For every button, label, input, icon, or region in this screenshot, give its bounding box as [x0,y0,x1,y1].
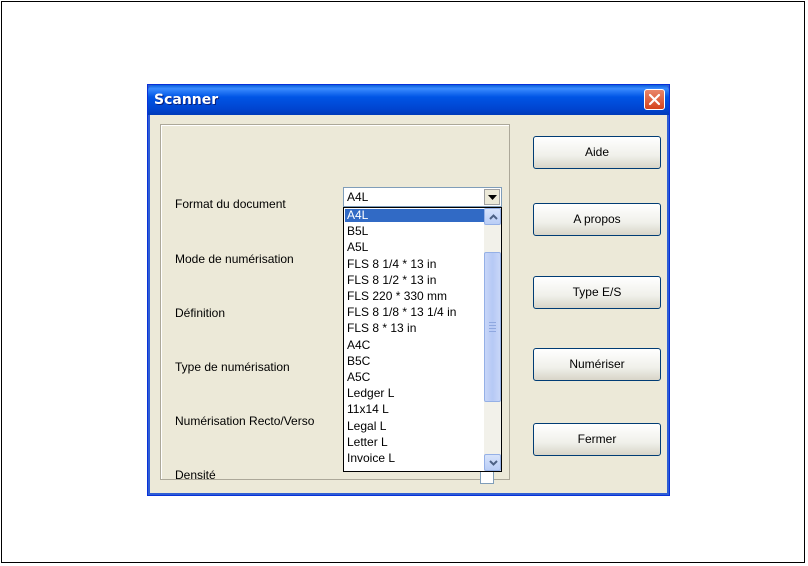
dropdown-option[interactable]: A5L [345,241,486,254]
recto-verso-label: Numérisation Recto/Verso [175,414,315,428]
dropdown-option[interactable]: A5C [345,371,486,384]
dropdown-option[interactable]: A4L [345,209,486,222]
dropdown-option[interactable]: Legal L [345,419,486,433]
dropdown-option[interactable]: FLS 8 1/8 * 13 1/4 in [345,306,486,319]
close-button[interactable] [644,89,665,110]
aide-button[interactable]: Aide [533,136,661,169]
format-dropdown-list[interactable]: A4L B5L A5L FLS 8 1/4 * 13 in FLS 8 1/2 * 13… [343,207,502,472]
numeriser-button[interactable]: Numériser [533,348,661,381]
dialog-body: Format du document Mode de numérisation … [151,115,666,492]
dropdown-scrollbar[interactable] [484,208,501,471]
window-title: Scanner [154,92,219,108]
dropdown-option[interactable]: B5L [345,225,486,238]
densite-label: Densité [175,468,216,482]
scanner-dialog: Scanner Format du document Mode de numér… [147,84,670,496]
type-es-button[interactable]: Type E/S [533,276,661,309]
scroll-thumb[interactable] [484,252,501,402]
scroll-up-button[interactable] [484,208,501,225]
dropdown-option[interactable]: FLS 220 * 330 mm [345,290,486,303]
dropdown-option[interactable]: FLS 8 * 13 in [345,322,486,335]
dropdown-option[interactable]: Ledger L [345,387,486,400]
title-bar[interactable]: Scanner [148,85,669,115]
dropdown-option[interactable]: Invoice L [345,452,486,465]
chevron-down-icon [488,195,497,200]
definition-label: Définition [175,306,226,320]
chevron-down-icon [489,460,498,466]
dropdown-option[interactable]: FLS 8 1/4 * 13 in [345,257,486,271]
close-icon [648,93,661,106]
dropdown-option[interactable]: 11x14 L [345,403,486,416]
mode-label: Mode de numérisation [175,252,294,266]
dropdown-button[interactable] [484,189,500,205]
format-label: Format du document [175,197,286,211]
format-select[interactable]: A4L [343,187,502,207]
dropdown-option[interactable]: FLS 8 1/2 * 13 in [345,273,486,287]
format-select-value: A4L [347,190,369,204]
chevron-up-icon [489,214,498,220]
fermer-button[interactable]: Fermer [533,423,661,456]
dropdown-option[interactable]: A4C [345,338,486,352]
a-propos-button[interactable]: A propos [533,203,661,236]
density-control[interactable] [480,470,494,484]
type-label: Type de numérisation [175,360,290,374]
scroll-down-button[interactable] [484,454,501,471]
dropdown-option[interactable]: Letter L [345,435,486,449]
dropdown-option[interactable]: B5C [345,354,486,368]
